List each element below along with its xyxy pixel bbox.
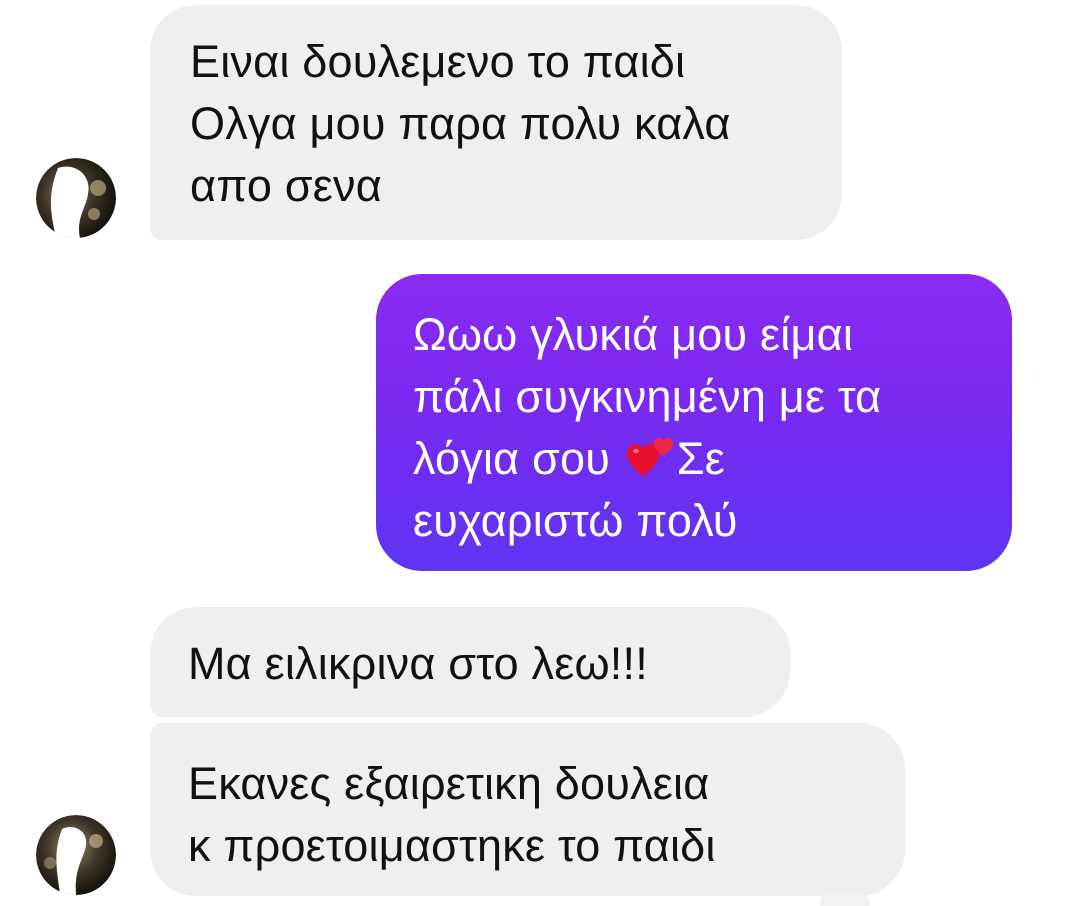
message-text-line: κ προετοιμαστηκε το παιδι xyxy=(188,820,716,871)
message-bubble-incoming[interactable]: Ειναι δουλεμενο το παιδι Ολγα μου παρα π… xyxy=(150,5,842,240)
contact-avatar[interactable] xyxy=(36,158,116,238)
message-bubble-incoming[interactable]: Εκανες εξαιρετικη δουλεια κ προετοιμαστη… xyxy=(150,723,905,896)
message-text-line: Μα ειλικρινα στο λεω!!! xyxy=(188,638,648,689)
message-bubble-incoming[interactable]: Μα ειλικρινα στο λεω!!! xyxy=(150,607,790,717)
message-text-line: Ειναι δουλεμενο το παιδι xyxy=(190,36,686,87)
message-text-line: πάλι συγκινημένη με τα xyxy=(413,371,882,422)
avatar-image xyxy=(36,815,116,895)
message-text-line: απο σενα xyxy=(190,160,382,211)
message-text-line: ευχαριστώ πολύ xyxy=(413,495,738,546)
message-text-line: Εκανες εξαιρετικη δουλεια xyxy=(188,758,710,809)
message-text-segment: λόγια σου xyxy=(413,433,623,484)
two-hearts-icon xyxy=(626,434,677,478)
message-text-line: λόγια σου Σε xyxy=(413,428,1012,490)
message-text-line: Ολγα μου παρα πολυ καλα xyxy=(190,98,731,149)
message-text-segment: Σε xyxy=(676,433,726,484)
message-bubble-partial[interactable] xyxy=(820,893,870,906)
contact-avatar[interactable] xyxy=(36,815,116,895)
message-bubble-outgoing[interactable]: Ωωω γλυκιά μου είμαι πάλι συγκινημένη με… xyxy=(376,274,1012,571)
message-text-line: Ωωω γλυκιά μου είμαι xyxy=(413,309,854,360)
chat-thread: Ειναι δουλεμενο το παιδι Ολγα μου παρα π… xyxy=(0,0,1080,906)
avatar-image xyxy=(36,158,116,238)
